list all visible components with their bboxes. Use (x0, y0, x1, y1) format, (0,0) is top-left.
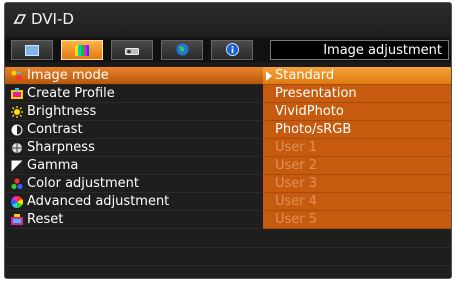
option-label: Presentation (275, 86, 357, 101)
option-label: User 5 (275, 212, 318, 227)
tab-install[interactable] (111, 40, 153, 60)
tab-image[interactable] (61, 40, 103, 60)
image-mode-icon (11, 70, 23, 82)
menu-item-reset[interactable]: Reset (5, 211, 263, 229)
brightness-icon (11, 105, 23, 118)
option-label: User 2 (275, 158, 318, 173)
divider (5, 265, 451, 266)
menu-item-label: Contrast (27, 122, 83, 137)
sharpness-icon (11, 142, 23, 154)
screen-tab-icon (25, 41, 39, 60)
advanced-adjustment-icon (10, 195, 24, 208)
option-user-1[interactable]: User 1 (263, 139, 451, 157)
option-user-5[interactable]: User 5 (263, 211, 451, 229)
info-tab-icon (225, 41, 239, 60)
color-adjustment-icon (11, 177, 23, 190)
contrast-icon (11, 124, 23, 136)
menu-item-label: Image mode (27, 68, 109, 83)
option-label: Standard (275, 68, 335, 83)
input-source-label: DVI-D (31, 10, 74, 28)
menu-row-gamma[interactable]: Gamma User 2 (5, 157, 451, 175)
menu-item-label: Gamma (27, 158, 79, 173)
gamma-icon (11, 160, 23, 172)
tab-screen[interactable] (11, 40, 53, 60)
tab-info[interactable] (211, 40, 253, 60)
menu-row-sharpness[interactable]: Sharpness User 1 (5, 139, 451, 157)
menu-row-color-adjustment[interactable]: Color adjustment User 3 (5, 175, 451, 193)
color-bars-tab-icon (75, 41, 89, 60)
option-user-4[interactable]: User 4 (263, 193, 451, 211)
menu-item-advanced-adjustment[interactable]: Advanced adjustment (5, 193, 263, 211)
menu-item-create-profile[interactable]: Create Profile (5, 85, 263, 103)
option-photo-srgb[interactable]: Photo/sRGB (263, 121, 451, 139)
menu-item-label: Brightness (27, 104, 97, 119)
option-user-3[interactable]: User 3 (263, 175, 451, 193)
create-profile-icon (11, 87, 23, 100)
menu-item-gamma[interactable]: Gamma (5, 157, 263, 175)
osd-menu: DVI-D Image adjustment Image mode Standa… (4, 2, 452, 279)
divider (5, 247, 451, 248)
menu-row-image-mode[interactable]: Image mode Standard (5, 67, 451, 85)
menu-item-label: Color adjustment (27, 176, 140, 191)
option-label: VividPhoto (275, 104, 344, 119)
menu-item-brightness[interactable]: Brightness (5, 103, 263, 121)
menu-list: Image mode Standard Create Profile Prese… (5, 67, 451, 229)
menu-row-reset[interactable]: Reset User 5 (5, 211, 451, 229)
option-label: User 4 (275, 194, 318, 209)
globe-tab-icon (176, 41, 189, 60)
option-label: User 3 (275, 176, 318, 191)
option-label: User 1 (275, 140, 318, 155)
reset-icon (11, 213, 23, 226)
menu-item-contrast[interactable]: Contrast (5, 121, 263, 139)
projector-tab-icon (125, 41, 139, 60)
tab-system[interactable] (161, 40, 203, 60)
option-user-2[interactable]: User 2 (263, 157, 451, 175)
menu-row-create-profile[interactable]: Create Profile Presentation (5, 85, 451, 103)
menu-item-color-adjustment[interactable]: Color adjustment (5, 175, 263, 193)
menu-item-sharpness[interactable]: Sharpness (5, 139, 263, 157)
menu-row-brightness[interactable]: Brightness VividPhoto (5, 103, 451, 121)
option-vividphoto[interactable]: VividPhoto (263, 103, 451, 121)
menu-row-contrast[interactable]: Contrast Photo/sRGB (5, 121, 451, 139)
panel-title: Image adjustment (270, 40, 449, 60)
menu-row-advanced-adjustment[interactable]: Advanced adjustment User 4 (5, 193, 451, 211)
menu-item-image-mode[interactable]: Image mode (5, 67, 263, 85)
option-standard[interactable]: Standard (263, 67, 451, 85)
menu-item-label: Reset (27, 212, 64, 227)
title-bar: DVI-D (5, 3, 451, 37)
menu-item-label: Sharpness (27, 140, 95, 155)
empty-area (5, 229, 451, 278)
tab-bar: Image adjustment (5, 38, 451, 62)
input-source-title: DVI-D (13, 8, 74, 30)
menu-item-label: Advanced adjustment (27, 194, 170, 209)
menu-item-label: Create Profile (27, 86, 115, 101)
option-presentation[interactable]: Presentation (263, 85, 451, 103)
option-label: Photo/sRGB (275, 122, 352, 137)
signal-input-icon (13, 13, 27, 25)
selected-marker-icon (266, 71, 272, 81)
